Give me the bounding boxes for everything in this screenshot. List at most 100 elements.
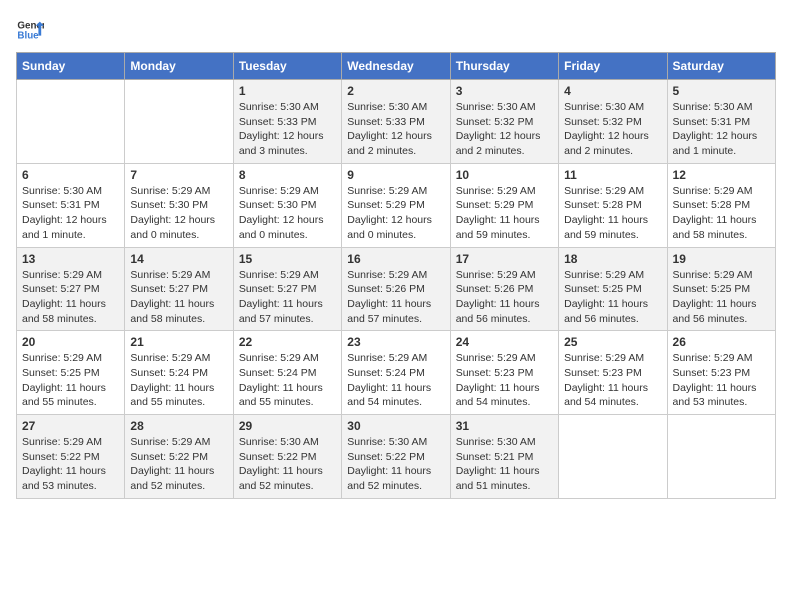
- sunrise: Sunrise: 5:29 AM: [239, 185, 319, 197]
- daylight: Daylight: 11 hours and 55 minutes.: [239, 382, 323, 409]
- sunset: Sunset: 5:27 PM: [22, 283, 100, 295]
- sunrise: Sunrise: 5:29 AM: [347, 352, 427, 364]
- day-number: 16: [347, 252, 444, 266]
- logo: General Blue: [16, 16, 44, 44]
- day-number: 29: [239, 419, 336, 433]
- sunset: Sunset: 5:27 PM: [239, 283, 317, 295]
- daylight: Daylight: 11 hours and 53 minutes.: [22, 465, 106, 492]
- daylight: Daylight: 11 hours and 58 minutes.: [673, 214, 757, 241]
- daylight: Daylight: 11 hours and 56 minutes.: [564, 298, 648, 325]
- sunset: Sunset: 5:32 PM: [564, 116, 642, 128]
- daylight: Daylight: 11 hours and 59 minutes.: [564, 214, 648, 241]
- daylight: Daylight: 12 hours and 0 minutes.: [347, 214, 432, 241]
- day-info: Sunrise: 5:29 AM Sunset: 5:27 PM Dayligh…: [22, 268, 119, 327]
- day-number: 22: [239, 335, 336, 349]
- day-number: 21: [130, 335, 227, 349]
- calendar-cell: 14 Sunrise: 5:29 AM Sunset: 5:27 PM Dayl…: [125, 247, 233, 331]
- sunset: Sunset: 5:28 PM: [673, 199, 751, 211]
- sunset: Sunset: 5:28 PM: [564, 199, 642, 211]
- day-info: Sunrise: 5:30 AM Sunset: 5:32 PM Dayligh…: [564, 100, 661, 159]
- calendar-cell: 27 Sunrise: 5:29 AM Sunset: 5:22 PM Dayl…: [17, 415, 125, 499]
- day-info: Sunrise: 5:29 AM Sunset: 5:24 PM Dayligh…: [130, 351, 227, 410]
- daylight: Daylight: 12 hours and 0 minutes.: [239, 214, 324, 241]
- day-number: 6: [22, 168, 119, 182]
- week-row-3: 20 Sunrise: 5:29 AM Sunset: 5:25 PM Dayl…: [17, 331, 776, 415]
- day-number: 1: [239, 84, 336, 98]
- daylight: Daylight: 11 hours and 56 minutes.: [673, 298, 757, 325]
- sunrise: Sunrise: 5:29 AM: [130, 352, 210, 364]
- calendar-cell: 4 Sunrise: 5:30 AM Sunset: 5:32 PM Dayli…: [559, 80, 667, 164]
- sunrise: Sunrise: 5:30 AM: [239, 436, 319, 448]
- calendar-cell: 25 Sunrise: 5:29 AM Sunset: 5:23 PM Dayl…: [559, 331, 667, 415]
- sunrise: Sunrise: 5:29 AM: [673, 185, 753, 197]
- daylight: Daylight: 11 hours and 51 minutes.: [456, 465, 540, 492]
- day-number: 13: [22, 252, 119, 266]
- calendar-cell: 26 Sunrise: 5:29 AM Sunset: 5:23 PM Dayl…: [667, 331, 775, 415]
- sunrise: Sunrise: 5:30 AM: [673, 101, 753, 113]
- sunset: Sunset: 5:30 PM: [239, 199, 317, 211]
- sunset: Sunset: 5:23 PM: [456, 367, 534, 379]
- svg-text:Blue: Blue: [17, 30, 39, 41]
- daylight: Daylight: 11 hours and 59 minutes.: [456, 214, 540, 241]
- daylight: Daylight: 12 hours and 0 minutes.: [130, 214, 215, 241]
- day-info: Sunrise: 5:30 AM Sunset: 5:22 PM Dayligh…: [239, 435, 336, 494]
- header-tuesday: Tuesday: [233, 53, 341, 80]
- day-info: Sunrise: 5:29 AM Sunset: 5:26 PM Dayligh…: [456, 268, 553, 327]
- day-number: 18: [564, 252, 661, 266]
- daylight: Daylight: 12 hours and 2 minutes.: [347, 130, 432, 157]
- daylight: Daylight: 11 hours and 58 minutes.: [22, 298, 106, 325]
- calendar-cell: 20 Sunrise: 5:29 AM Sunset: 5:25 PM Dayl…: [17, 331, 125, 415]
- day-number: 17: [456, 252, 553, 266]
- calendar-cell: 6 Sunrise: 5:30 AM Sunset: 5:31 PM Dayli…: [17, 163, 125, 247]
- day-number: 28: [130, 419, 227, 433]
- calendar-cell: 17 Sunrise: 5:29 AM Sunset: 5:26 PM Dayl…: [450, 247, 558, 331]
- calendar-cell: 12 Sunrise: 5:29 AM Sunset: 5:28 PM Dayl…: [667, 163, 775, 247]
- daylight: Daylight: 12 hours and 2 minutes.: [564, 130, 649, 157]
- calendar-header-row: SundayMondayTuesdayWednesdayThursdayFrid…: [17, 53, 776, 80]
- sunset: Sunset: 5:31 PM: [22, 199, 100, 211]
- sunrise: Sunrise: 5:29 AM: [239, 269, 319, 281]
- daylight: Daylight: 11 hours and 52 minutes.: [130, 465, 214, 492]
- sunrise: Sunrise: 5:29 AM: [456, 352, 536, 364]
- calendar-cell: 8 Sunrise: 5:29 AM Sunset: 5:30 PM Dayli…: [233, 163, 341, 247]
- sunrise: Sunrise: 5:30 AM: [347, 436, 427, 448]
- calendar-cell: 30 Sunrise: 5:30 AM Sunset: 5:22 PM Dayl…: [342, 415, 450, 499]
- sunrise: Sunrise: 5:29 AM: [130, 185, 210, 197]
- day-number: 20: [22, 335, 119, 349]
- logo-icon: General Blue: [16, 16, 44, 44]
- day-info: Sunrise: 5:29 AM Sunset: 5:25 PM Dayligh…: [22, 351, 119, 410]
- week-row-0: 1 Sunrise: 5:30 AM Sunset: 5:33 PM Dayli…: [17, 80, 776, 164]
- sunrise: Sunrise: 5:29 AM: [130, 269, 210, 281]
- daylight: Daylight: 12 hours and 1 minute.: [22, 214, 107, 241]
- calendar-cell: 5 Sunrise: 5:30 AM Sunset: 5:31 PM Dayli…: [667, 80, 775, 164]
- daylight: Daylight: 11 hours and 53 minutes.: [673, 382, 757, 409]
- day-info: Sunrise: 5:30 AM Sunset: 5:33 PM Dayligh…: [239, 100, 336, 159]
- calendar-cell: 28 Sunrise: 5:29 AM Sunset: 5:22 PM Dayl…: [125, 415, 233, 499]
- day-number: 19: [673, 252, 770, 266]
- day-info: Sunrise: 5:30 AM Sunset: 5:31 PM Dayligh…: [22, 184, 119, 243]
- sunrise: Sunrise: 5:29 AM: [22, 269, 102, 281]
- sunset: Sunset: 5:29 PM: [456, 199, 534, 211]
- calendar-cell: 21 Sunrise: 5:29 AM Sunset: 5:24 PM Dayl…: [125, 331, 233, 415]
- day-number: 4: [564, 84, 661, 98]
- header-saturday: Saturday: [667, 53, 775, 80]
- calendar-cell: 1 Sunrise: 5:30 AM Sunset: 5:33 PM Dayli…: [233, 80, 341, 164]
- header-friday: Friday: [559, 53, 667, 80]
- day-number: 10: [456, 168, 553, 182]
- daylight: Daylight: 11 hours and 58 minutes.: [130, 298, 214, 325]
- day-info: Sunrise: 5:30 AM Sunset: 5:32 PM Dayligh…: [456, 100, 553, 159]
- daylight: Daylight: 11 hours and 52 minutes.: [347, 465, 431, 492]
- day-info: Sunrise: 5:30 AM Sunset: 5:21 PM Dayligh…: [456, 435, 553, 494]
- day-info: Sunrise: 5:29 AM Sunset: 5:24 PM Dayligh…: [239, 351, 336, 410]
- day-info: Sunrise: 5:30 AM Sunset: 5:31 PM Dayligh…: [673, 100, 770, 159]
- day-info: Sunrise: 5:29 AM Sunset: 5:23 PM Dayligh…: [564, 351, 661, 410]
- calendar-cell: 11 Sunrise: 5:29 AM Sunset: 5:28 PM Dayl…: [559, 163, 667, 247]
- day-number: 12: [673, 168, 770, 182]
- daylight: Daylight: 11 hours and 54 minutes.: [347, 382, 431, 409]
- sunrise: Sunrise: 5:29 AM: [564, 352, 644, 364]
- sunset: Sunset: 5:25 PM: [564, 283, 642, 295]
- daylight: Daylight: 11 hours and 55 minutes.: [130, 382, 214, 409]
- sunrise: Sunrise: 5:29 AM: [564, 185, 644, 197]
- sunset: Sunset: 5:22 PM: [22, 451, 100, 463]
- sunset: Sunset: 5:33 PM: [239, 116, 317, 128]
